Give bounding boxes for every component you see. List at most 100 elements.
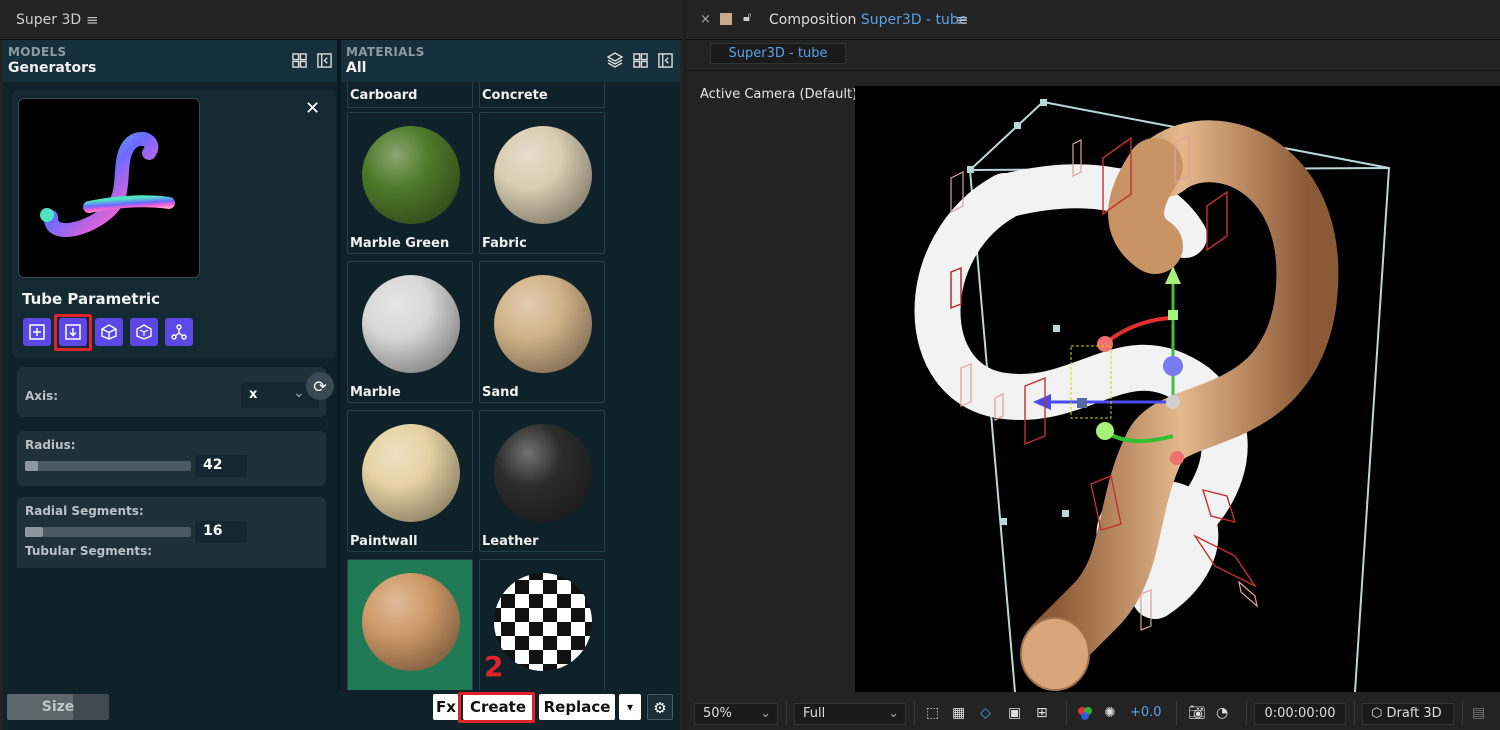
separator [914, 701, 915, 725]
step2-highlight [458, 692, 535, 723]
replace-button[interactable]: Replace [539, 694, 615, 720]
panel-tab-bar: Super 3D ≡ [0, 0, 683, 40]
refresh-icon[interactable]: ⟳ [306, 372, 334, 400]
material-item-paintwall[interactable]: Paintwall [347, 410, 473, 552]
models-header: MODELS Generators [3, 40, 337, 82]
material-item-selected[interactable] [347, 559, 473, 690]
material-label: Concrete [482, 88, 548, 103]
collapse-panel-icon[interactable] [315, 51, 333, 69]
radial-segments-value[interactable]: 16 [195, 521, 247, 543]
grid-view-icon[interactable] [631, 51, 649, 69]
collapse-panel-icon[interactable] [656, 51, 674, 69]
materials-category[interactable]: All [346, 60, 366, 76]
checker-preview [494, 573, 592, 671]
model-name: Tube Parametric [22, 290, 161, 308]
composition-title-prefix: Composition [769, 12, 857, 28]
material-item-leather[interactable]: Leather [479, 410, 605, 552]
exposure-value[interactable]: +0.0 [1130, 705, 1162, 720]
resolution-select[interactable]: Full ⌄ [794, 703, 906, 725]
segments-param: Radial Segments: 16 Tubular Segments: [17, 497, 326, 568]
material-item-concrete[interactable]: Concrete [479, 82, 605, 108]
color-channels-icon[interactable] [1076, 705, 1094, 721]
material-item-marble[interactable]: Marble [347, 261, 473, 403]
models-section-label: MODELS [8, 45, 67, 59]
viewer-options-icon[interactable]: ▤ [1472, 705, 1490, 721]
composition-panel: × 🔓︎ Composition Super3D - tube ≡ Super3… [686, 0, 1500, 730]
radial-segments-slider[interactable] [25, 527, 191, 537]
lock-icon[interactable]: 🔓︎ [743, 10, 751, 25]
materials-grid: Carboard Concrete Marble Green Fabric Ma… [345, 82, 680, 690]
column-divider[interactable] [337, 40, 341, 690]
active-camera-label: Active Camera (Default) [700, 87, 858, 102]
renderer-label: Draft 3D [1386, 706, 1442, 721]
3d-view-icon[interactable]: ◇ [980, 705, 998, 721]
material-label: Leather [482, 534, 539, 549]
timecode-field[interactable]: 0:00:00:00 [1254, 703, 1346, 725]
panel-title[interactable]: Super 3D [16, 12, 81, 28]
node-graph-icon[interactable] [165, 318, 193, 346]
separator [1066, 701, 1067, 725]
material-preview [494, 126, 592, 224]
material-label: Paintwall [350, 534, 418, 549]
super3d-body: MODELS Generators MATERIALS All ✕ Tube P… [3, 40, 680, 690]
guides-icon[interactable]: ⊞ [1036, 705, 1054, 721]
camera-snapshot-icon[interactable]: 📷︎ [1188, 705, 1206, 721]
tubular-segments-label: Tubular Segments: [25, 544, 153, 558]
material-preview [362, 126, 460, 224]
add-model-button[interactable] [23, 318, 51, 346]
gear-icon[interactable]: ⚙ [647, 694, 673, 720]
region-of-interest-icon[interactable]: ⬚ [926, 705, 944, 721]
grid-view-icon[interactable] [290, 51, 308, 69]
composition-title[interactable]: Composition Super3D - tube [769, 12, 967, 28]
axis-param: Axis: x ⌄ [17, 367, 326, 417]
material-item-marble-green[interactable]: Marble Green [347, 112, 473, 254]
hamburger-icon[interactable]: ≡ [956, 11, 969, 29]
mask-icon[interactable]: ▣ [1008, 705, 1026, 721]
materials-section-label: MATERIALS [346, 45, 425, 59]
separator [1462, 701, 1463, 725]
show-snapshot-icon[interactable]: ◔ [1216, 705, 1234, 721]
material-label: Carboard [350, 88, 418, 103]
material-label: Fabric [482, 236, 527, 251]
wireframe-cube-icon[interactable] [130, 318, 158, 346]
composition-name: Super3D - tube [860, 12, 968, 28]
size-label: Size [41, 699, 75, 715]
transparency-grid-icon[interactable]: ▦ [952, 705, 970, 721]
material-preview [362, 424, 460, 522]
tube-preview-icon [40, 131, 175, 238]
options-dropdown[interactable]: ▾ [619, 694, 641, 720]
model-card: ✕ Tube Parametric [12, 90, 337, 358]
models-category[interactable]: Generators [8, 60, 96, 76]
cube-icon[interactable] [95, 318, 123, 346]
radius-param: Radius: 42 [17, 431, 326, 486]
material-preview [362, 573, 460, 671]
material-preview [494, 424, 592, 522]
resolution-value: Full [803, 706, 826, 721]
material-item-fabric[interactable]: Fabric [479, 112, 605, 254]
radius-value[interactable]: 42 [195, 455, 247, 477]
composition-subtab[interactable]: Super3D - tube [710, 43, 846, 64]
axis-value: x [249, 387, 258, 402]
zoom-select[interactable]: 50% ⌄ [694, 703, 778, 725]
layers-icon[interactable] [606, 51, 624, 69]
radial-segments-label: Radial Segments: [25, 504, 144, 518]
cube-icon: ⬡ [1371, 706, 1383, 721]
3d-viewport[interactable] [855, 86, 1500, 692]
exposure-reset-icon[interactable]: ✺ [1104, 705, 1122, 721]
composition-color-swatch [720, 13, 732, 25]
material-item-sand[interactable]: Sand [479, 261, 605, 403]
fx-button[interactable]: Fx [433, 694, 459, 720]
material-item-carboard[interactable]: Carboard [347, 82, 473, 108]
radius-slider[interactable] [25, 461, 191, 471]
hamburger-icon[interactable]: ≡ [86, 11, 99, 29]
model-thumbnail[interactable] [18, 98, 200, 278]
size-slider[interactable]: Size [7, 694, 109, 720]
renderer-button[interactable]: ⬡ Draft 3D [1362, 703, 1454, 725]
chevron-down-icon: ⌄ [888, 706, 899, 721]
step1-highlight [54, 314, 92, 351]
divider [686, 70, 1500, 71]
close-icon[interactable]: × [700, 12, 711, 27]
parameters-panel: Axis: x ⌄ Radius: 42 Radial Segments: 16… [11, 365, 337, 568]
material-preview [494, 275, 592, 373]
close-icon[interactable]: ✕ [305, 98, 320, 119]
